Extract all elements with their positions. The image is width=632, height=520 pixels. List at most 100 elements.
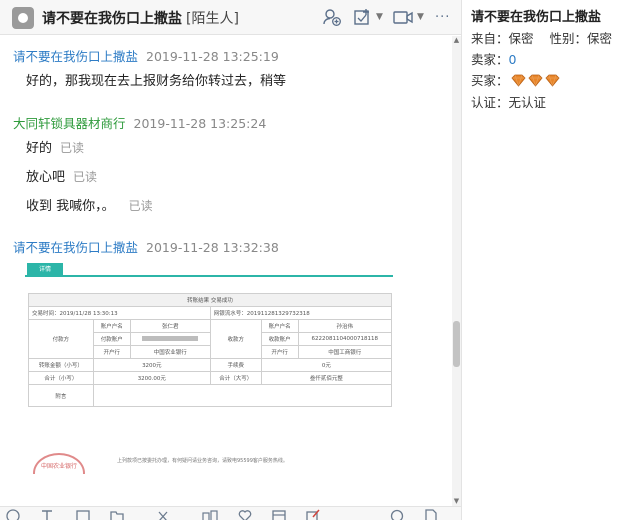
cell-label: 收款账户 (260, 332, 299, 346)
file-icon[interactable] (424, 509, 440, 520)
chat-scrollbar[interactable]: ▲ ▼ (452, 36, 461, 506)
cell-label: 开户行 (260, 345, 299, 359)
cell-label: 合计（小写） (28, 371, 94, 385)
amount-small: 3200元 (92, 358, 211, 372)
from-value: 保密 (508, 31, 534, 46)
info-buyer: 买家： (471, 70, 560, 89)
message-time: 2019-11-28 13:32:38 (146, 240, 279, 255)
message-text: 好的，那我现在去上报财务给你转过去，稍等 (26, 70, 286, 89)
payee-name: 孙治伟 (297, 319, 393, 333)
heart-icon[interactable] (238, 509, 254, 520)
transfer-receipt-image[interactable]: 详情 转账结果 交易成功 交易时间：2019/11/28 13:30:13 网银… (25, 261, 393, 474)
scroll-down-icon[interactable]: ▼ (452, 497, 461, 506)
seal-text: 中国农业银行 (40, 463, 77, 470)
bank-seal: 中国农业银行 (33, 453, 85, 474)
total-small: 3200.00元 (92, 371, 211, 385)
avatar[interactable] (12, 7, 34, 29)
cell-label: 合计（大写） (209, 371, 262, 385)
payer-bank: 中国农业银行 (129, 345, 211, 359)
message-body: 放心吧 (26, 170, 66, 185)
message-text: 放心吧 已读 (26, 166, 97, 185)
payee-bank: 中国工商银行 (297, 345, 393, 359)
add-contact-button[interactable] (322, 6, 342, 28)
receipt-serial: 网银流水号：20191128132973231​8 (209, 306, 393, 320)
message-text: 收到 我喊你，。 已读 (26, 195, 153, 214)
chevron-down-icon[interactable]: ▼ (376, 12, 383, 22)
message-list: 请不要在我伤口上撒盐 2019-11-28 13:25:19 好的，那我现在去上报… (0, 36, 452, 494)
receipt-tab: 详情 (27, 263, 63, 277)
message-time: 2019-11-28 13:25:19 (146, 49, 279, 64)
payee-section: 收款方 (209, 319, 262, 359)
scroll-thumb[interactable] (453, 321, 460, 367)
receipt-note: 上列款项已按委托办理，有何疑问请业务咨询，请致电95599客户服务热线。 (117, 458, 288, 464)
diamond-icon (544, 74, 560, 87)
screenshot-icon (354, 9, 369, 25)
chat-panel: 请不要在我伤口上撒盐 [陌生人] ▼ ▼ ··· 请不要在我伤口上撒盐 2019-1… (0, 0, 461, 520)
diamond-icon (527, 74, 543, 87)
folder-icon[interactable] (110, 509, 126, 520)
receipt-trade-time: 交易时间：2019/11/28 13:30:13 (28, 306, 211, 320)
cell-label: 付款账户 (92, 332, 131, 346)
sender-name[interactable]: 请不要在我伤口上撒盐 (13, 49, 138, 64)
seller-label: 卖家： (471, 52, 509, 67)
cell-label: 手续费 (209, 358, 262, 372)
cell-label: 转账金额（小写） (28, 358, 94, 372)
scroll-up-icon[interactable]: ▲ (452, 36, 461, 45)
info-title: 请不要在我伤口上撒盐 (471, 10, 602, 25)
chevron-down-icon[interactable]: ▼ (417, 12, 424, 22)
video-call-icon (393, 11, 413, 24)
chat-title: 请不要在我伤口上撒盐 [陌生人] (42, 8, 239, 28)
message-time: 2019-11-28 13:25:24 (133, 116, 267, 131)
add-contact-icon (323, 9, 341, 26)
payee-account: 6222081104000718118 (297, 332, 393, 346)
chat-header: 请不要在我伤口上撒盐 [陌生人] ▼ ▼ ··· (0, 0, 461, 35)
contact-name: 请不要在我伤口上撒盐 (42, 11, 182, 27)
cell-label: 开户行 (92, 345, 131, 359)
input-toolbar (0, 506, 461, 520)
seller-value: 0 (508, 52, 517, 67)
stranger-tag: [陌生人] (186, 11, 239, 27)
cell-label: 账户户名 (260, 319, 299, 333)
fee: 0元 (260, 358, 393, 372)
screenshot-button[interactable]: ▼ (353, 6, 383, 28)
image-icon[interactable] (76, 509, 92, 520)
message-body: 好的，那我现在去上报财务给你转过去，稍等 (26, 74, 287, 89)
info-from-gender: 来自：保密 性别：保密 (471, 28, 612, 47)
font-icon[interactable] (40, 509, 56, 520)
more-button[interactable]: ··· (435, 6, 450, 28)
buyer-rating (509, 73, 560, 88)
search-icon[interactable] (390, 509, 406, 520)
message-header: 大同轩锁具器材商行 2019-11-28 13:25:24 (13, 113, 266, 132)
total-big: 叁仟贰佰元整 (260, 371, 393, 385)
edit-icon[interactable] (306, 509, 322, 520)
video-call-button[interactable]: ▼ (392, 6, 424, 28)
payer-account-masked (129, 332, 211, 346)
receipt-tab-bar: 详情 (25, 263, 393, 277)
cell-label: 账户户名 (92, 319, 131, 333)
contact-info-panel: 请不要在我伤口上撒盐 来自：保密 性别：保密 卖家：0 买家： 认证：无认证 (461, 0, 632, 520)
tools-icon[interactable] (202, 509, 218, 520)
remark-value (92, 384, 393, 407)
message-header: 请不要在我伤口上撒盐 2019-11-28 13:25:19 (13, 46, 279, 65)
message-text: 好的 已读 (26, 137, 84, 156)
gender-value: 保密 (587, 31, 613, 46)
read-status: 已读 (128, 199, 153, 213)
read-status: 已读 (60, 141, 85, 155)
diamond-icon (510, 74, 526, 87)
payer-section: 付款方 (28, 319, 94, 359)
receipt-header: 转账结果 交易成功 (28, 293, 392, 307)
info-seller: 卖家：0 (471, 49, 516, 68)
sender-name[interactable]: 大同轩锁具器材商行 (13, 116, 126, 131)
cell-label: 附言 (28, 384, 94, 407)
verify-label: 认证： (471, 95, 509, 110)
sender-name[interactable]: 请不要在我伤口上撒盐 (13, 240, 138, 255)
emoji-icon[interactable] (6, 509, 22, 520)
scissors-icon[interactable] (156, 509, 172, 520)
message-header: 请不要在我伤口上撒盐 2019-11-28 13:32:38 (13, 237, 279, 256)
message-body: 好的 (26, 141, 53, 156)
gender-label: 性别： (549, 31, 588, 46)
verify-value: 无认证 (508, 95, 547, 110)
receipt-table: 转账结果 交易成功 交易时间：2019/11/28 13:30:13 网银流水号… (28, 293, 393, 407)
payer-name: 张仁君 (129, 319, 211, 333)
history-icon[interactable] (272, 509, 288, 520)
